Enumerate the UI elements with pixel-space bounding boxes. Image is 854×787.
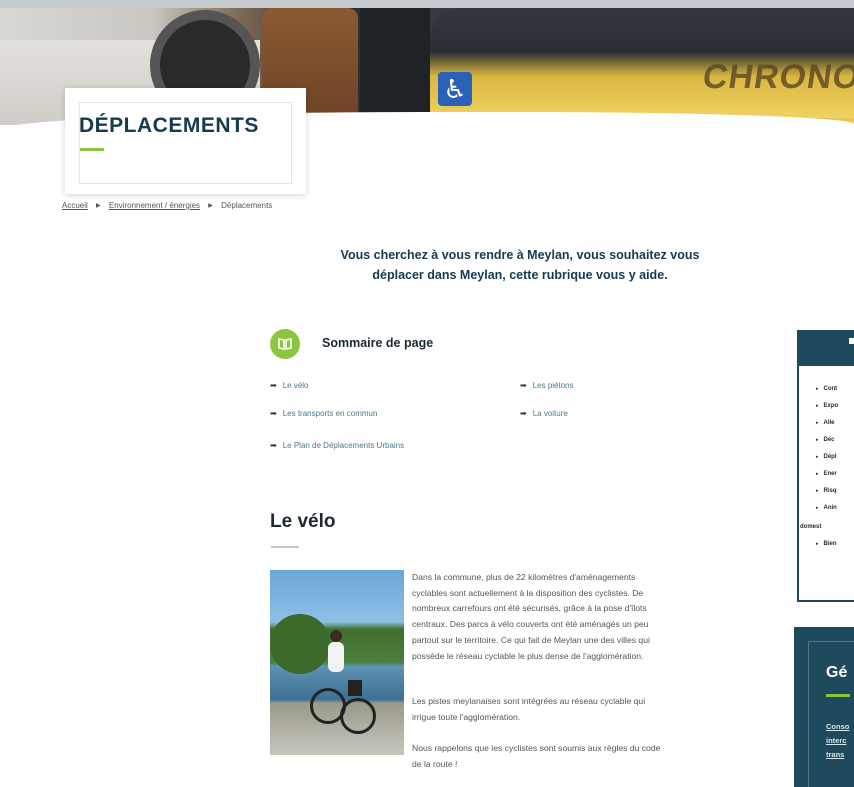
sidebar-item[interactable]: ▸ Ener (816, 471, 837, 477)
arrow-right-icon: ➡ (270, 381, 277, 390)
wheelchair-icon: ♿ (438, 72, 472, 106)
sidebar-item[interactable]: ▸ Déc (816, 437, 835, 443)
sidebar-item[interactable]: ▸ Risq (816, 488, 837, 494)
sidebar-info-frame (808, 641, 854, 787)
paragraph-1: Dans la commune, plus de 22 kilomètres d… (412, 572, 650, 661)
summary-link-pdu[interactable]: ➡ Le Plan de Déplacements Urbains (270, 441, 404, 450)
summary-link-voiture[interactable]: ➡ La voiture (520, 409, 568, 418)
sidebar-item[interactable]: ▸ Alle (816, 420, 835, 426)
section-underline (271, 546, 299, 548)
sidebar-info-underline (826, 694, 850, 697)
breadcrumb: Accueil ▶ Environnement / énergies ▶ Dép… (62, 201, 272, 210)
sidebar-menu-box (797, 330, 854, 602)
sidebar-item[interactable]: ▸ Bien (816, 541, 837, 547)
cyclist-photo (270, 570, 404, 755)
sidebar-info-link[interactable]: Conso (826, 722, 849, 731)
page-title: DÉPLACEMENTS (79, 114, 259, 137)
breadcrumb-current: Déplacements (221, 201, 273, 210)
sidebar-info-title: Gé (826, 664, 848, 681)
summary-link-pietons[interactable]: ➡ Les piétons (520, 381, 574, 390)
arrow-right-icon: ➡ (270, 441, 277, 450)
breadcrumb-home-link[interactable]: Accueil (62, 201, 88, 210)
sidebar-info-box (794, 627, 854, 787)
intro-line-2: déplacer dans Meylan, cette rubrique vou… (372, 268, 668, 282)
sidebar-item[interactable]: ▸ Expo (816, 403, 838, 409)
sidebar-info-link[interactable]: interc (826, 736, 846, 745)
summary-link-velo[interactable]: ➡ Le vélo (270, 381, 309, 390)
arrow-right-icon: ➡ (270, 409, 277, 418)
top-bar (0, 0, 854, 8)
section-title-velo: Le vélo (270, 511, 336, 532)
arrow-right-icon: ➡ (520, 381, 527, 390)
summary-title: Sommaire de page (322, 336, 434, 350)
sidebar-item[interactable]: ▸ Anin (816, 505, 837, 511)
sidebar-item[interactable]: ▸ Cont (816, 386, 837, 392)
book-open-icon (270, 329, 300, 359)
paragraph-3: Nous rappelons que les cyclistes sont so… (412, 743, 661, 769)
breadcrumb-separator-icon: ▶ (96, 203, 101, 209)
arrow-right-icon: ➡ (520, 409, 527, 418)
hero-bus-brand: CHRONO (700, 58, 854, 96)
intro-text: Vous cherchez à vous rendre à Meylan, vo… (270, 245, 770, 285)
page-title-card: DÉPLACEMENTS (65, 88, 306, 194)
sidebar-item[interactable]: ▸ Dépl (816, 454, 837, 460)
sidebar-info-link[interactable]: trans (826, 750, 844, 759)
title-underline (80, 148, 104, 151)
breadcrumb-environment-link[interactable]: Environnement / énergies (109, 201, 200, 210)
sidebar-menu-header (799, 332, 854, 366)
intro-line-1: Vous cherchez à vous rendre à Meylan, vo… (340, 248, 700, 262)
paragraph-2: Les pistes meylanaises sont intégrées au… (412, 696, 646, 722)
breadcrumb-separator-icon: ▶ (208, 203, 213, 209)
hero-bus-door (360, 8, 430, 118)
sidebar-item-continuation[interactable]: domest (800, 524, 821, 530)
summary-link-transports[interactable]: ➡ Les transports en commun (270, 409, 377, 418)
menu-icon (849, 338, 854, 344)
